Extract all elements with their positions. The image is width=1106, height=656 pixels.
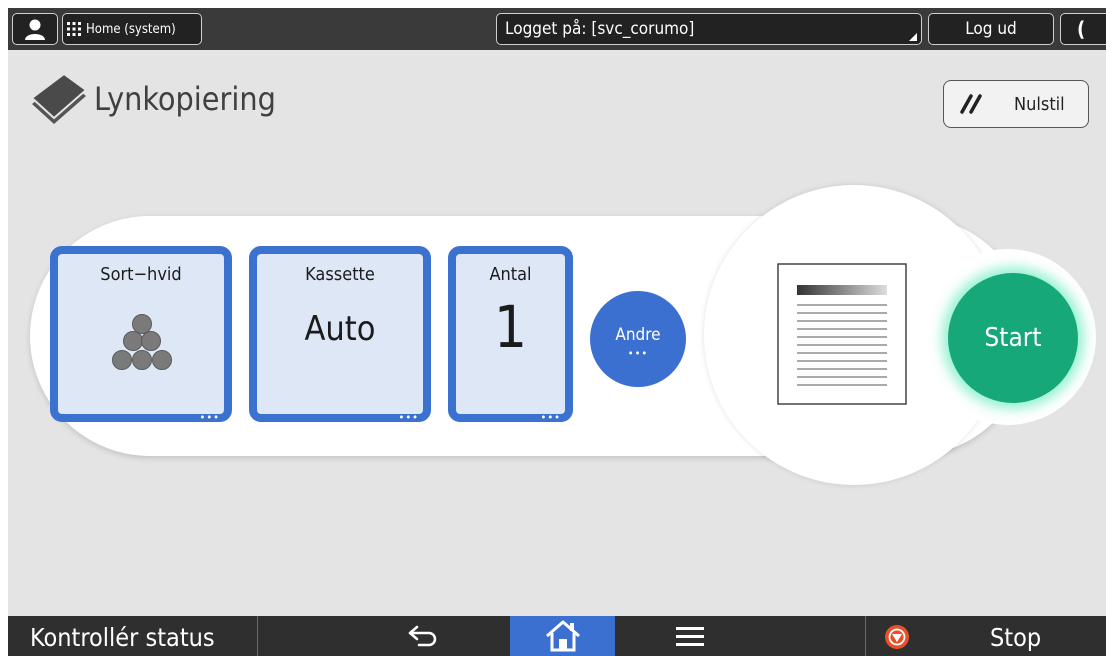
- stop-button[interactable]: Stop: [865, 616, 1106, 656]
- color-mode-tile[interactable]: Sort−hvid •••: [50, 246, 232, 424]
- toner-balls-icon: [112, 314, 172, 370]
- top-bar: Home (system) Logget på: [svc_corumo] Lo…: [8, 8, 1106, 50]
- start-label: Start: [984, 323, 1042, 353]
- logout-label: Log ud: [965, 19, 1017, 39]
- home-system-label: Home (system): [86, 21, 176, 37]
- more-dots: •••: [398, 411, 419, 424]
- menu-button[interactable]: [658, 616, 722, 656]
- bottom-bar: Kontrollér status Stop: [8, 616, 1106, 656]
- paper-tray-label: Kassette: [305, 264, 375, 285]
- device-screen: Home (system) Logget på: [svc_corumo] Lo…: [8, 8, 1106, 656]
- logout-button[interactable]: Log ud: [928, 13, 1054, 45]
- paper-tray-tile[interactable]: Kassette Auto •••: [249, 246, 431, 424]
- more-dots: •••: [199, 411, 220, 424]
- hamburger-menu-icon: [676, 627, 704, 646]
- more-dots: •••: [540, 411, 561, 424]
- person-icon: [25, 19, 45, 40]
- other-settings-label: Andre: [615, 325, 661, 345]
- home-button[interactable]: [510, 616, 615, 656]
- energy-saver-button[interactable]: (: [1060, 13, 1106, 45]
- login-status-button[interactable]: Logget på: [svc_corumo]: [496, 13, 922, 45]
- stacked-pages-icon: [30, 74, 88, 124]
- stop-label: Stop: [990, 623, 1042, 652]
- double-slash-icon: [960, 94, 982, 114]
- corner-triangle-icon: [909, 33, 917, 41]
- other-settings-button[interactable]: Andre •••: [590, 291, 686, 387]
- user-button[interactable]: [12, 13, 58, 45]
- home-icon: [545, 620, 580, 652]
- page-title: Lynkopiering: [94, 80, 276, 118]
- reset-label: Nulstil: [1014, 93, 1065, 115]
- login-status-label: Logget på: [svc_corumo]: [505, 19, 695, 39]
- check-status-button[interactable]: Kontrollér status: [8, 616, 258, 656]
- start-button[interactable]: Start: [948, 273, 1078, 403]
- home-system-button[interactable]: Home (system): [62, 13, 202, 45]
- quantity-label: Antal: [489, 264, 532, 285]
- quantity-value: 1: [493, 293, 528, 361]
- reset-button[interactable]: Nulstil: [943, 80, 1089, 128]
- back-arrow-icon: [408, 625, 437, 647]
- stop-icon: [885, 625, 909, 649]
- back-button[interactable]: [393, 616, 453, 656]
- more-dots: •••: [627, 347, 649, 360]
- color-mode-label: Sort−hvid: [100, 264, 182, 285]
- document-preview-icon: [777, 263, 907, 405]
- quantity-tile[interactable]: Antal 1 •••: [448, 246, 573, 424]
- check-status-label: Kontrollér status: [30, 623, 215, 652]
- paper-tray-value: Auto: [304, 309, 376, 349]
- app-grid-icon: [67, 22, 81, 36]
- moon-icon: (: [1077, 17, 1086, 41]
